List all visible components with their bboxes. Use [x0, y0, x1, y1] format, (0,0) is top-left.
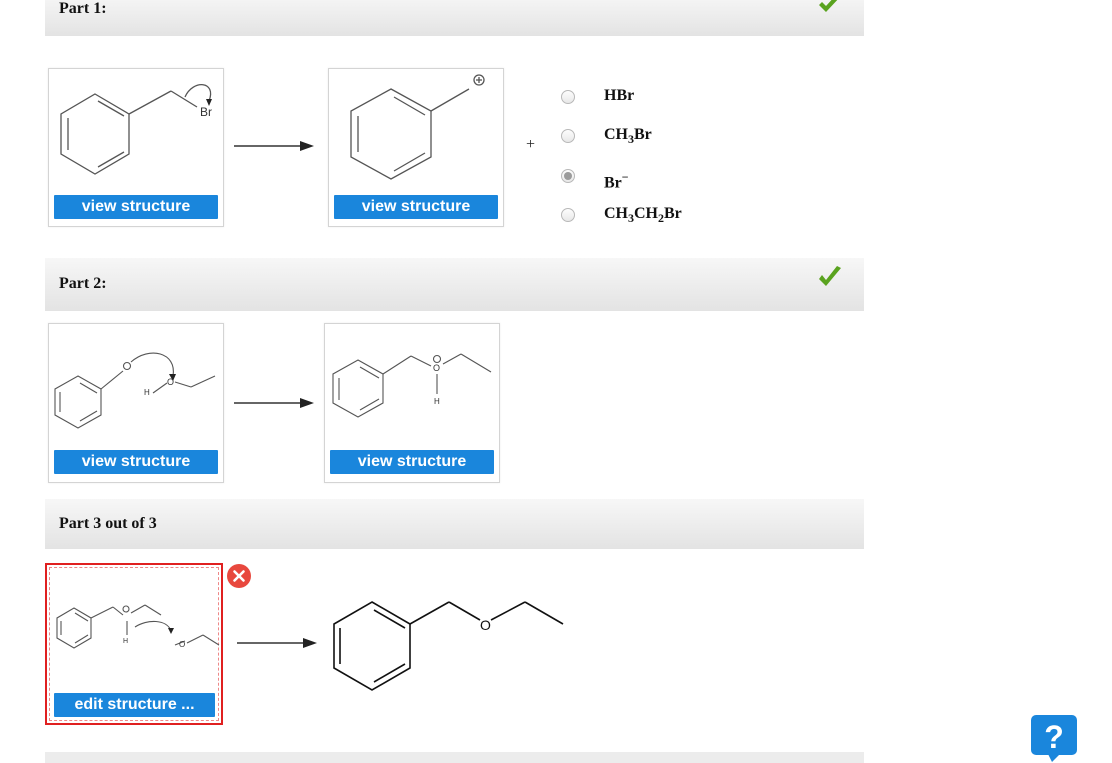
next-section-bar [45, 752, 864, 763]
part1-product-card: view structure [328, 68, 504, 227]
deprotonation-structure: H O [56, 604, 220, 649]
part1-reactant-card: Br view structure [48, 68, 224, 227]
cation-ethanol-structure: O H [54, 352, 216, 429]
part2-header: Part 2: [45, 258, 864, 311]
view-structure-button[interactable]: view structure [54, 195, 218, 219]
delete-icon[interactable] [226, 563, 252, 589]
option-label-ch3br: CH3Br [604, 126, 652, 146]
option-radio-hbr[interactable] [561, 90, 575, 104]
o-label: O [433, 363, 440, 373]
option-radio-br-minus[interactable] [561, 169, 575, 183]
arrow-icon [234, 398, 314, 408]
option-radio-ch3br[interactable] [561, 129, 575, 143]
option-label-br-minus: Br− [604, 170, 629, 192]
part3-header: Part 3 out of 3 [45, 499, 864, 549]
benzyl-cation-structure [350, 74, 485, 180]
o-label: O [167, 377, 174, 387]
edit-structure-button[interactable]: edit structure ... [54, 693, 215, 717]
part1-header: Part 1: [45, 0, 864, 36]
view-structure-button[interactable]: view structure [54, 450, 218, 474]
br-label: Br [200, 105, 212, 119]
help-icon[interactable]: ? [1030, 714, 1078, 763]
part3-edit-card[interactable]: H O edit structure ... [45, 563, 223, 725]
part2-product-card: O H view structure [324, 323, 500, 483]
view-structure-button[interactable]: view structure [334, 195, 498, 219]
part3-title: Part 3 out of 3 [59, 515, 157, 532]
ether-product-structure: O [333, 601, 564, 691]
h-label: H [144, 388, 150, 397]
benzyl-bromide-structure: Br [60, 84, 212, 175]
part1-title: Part 1: [59, 0, 107, 17]
o-label: O [179, 640, 185, 649]
h-label: H [434, 397, 440, 406]
view-structure-button[interactable]: view structure [330, 450, 494, 474]
oxonium-structure: O H [332, 353, 492, 418]
plus-sign: + [526, 136, 536, 153]
option-radio-ch3ch2br[interactable] [561, 208, 575, 222]
o-label: O [480, 617, 491, 633]
check-icon [819, 0, 838, 12]
option-label-hbr: HBr [604, 87, 635, 104]
part2-title: Part 2: [59, 275, 107, 292]
h-label: H [123, 638, 128, 645]
arrow-icon [234, 141, 314, 151]
option-label-ch3ch2br: CH3CH2Br [604, 205, 682, 225]
svg-text:?: ? [1044, 719, 1064, 755]
arrow-icon [237, 638, 317, 648]
check-icon [819, 266, 841, 286]
part2-reactant-card: O H view structure [48, 323, 224, 483]
